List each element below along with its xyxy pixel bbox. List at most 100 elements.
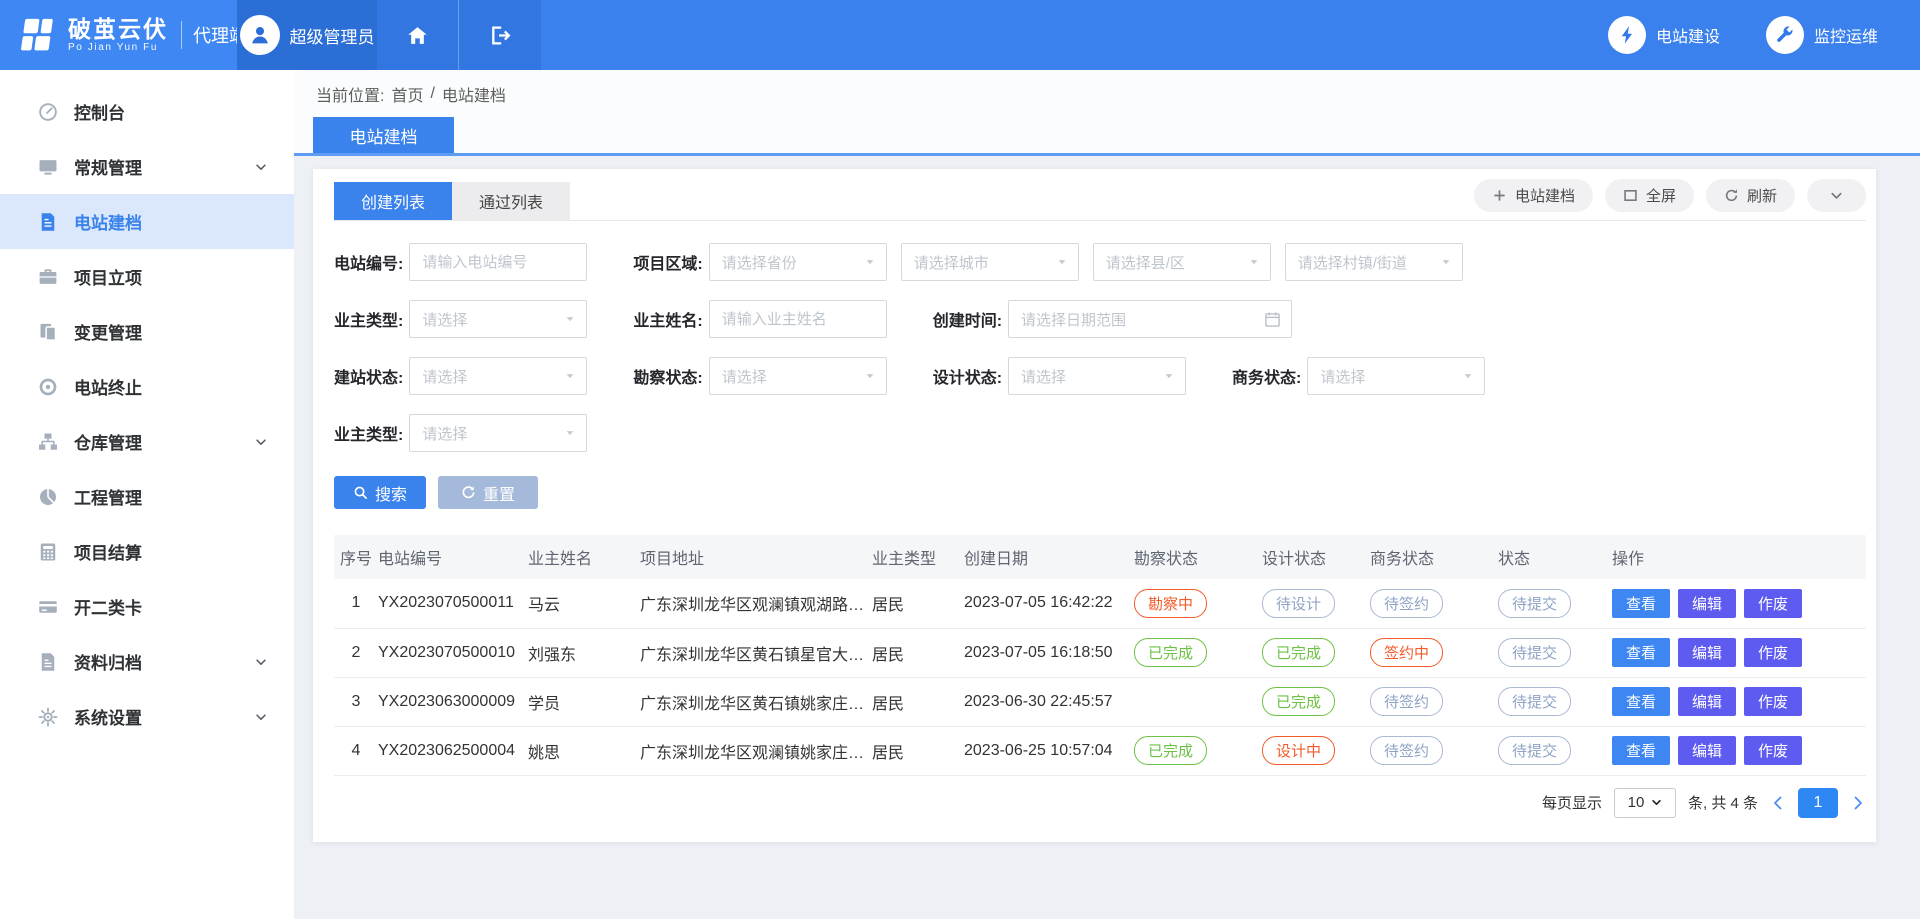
business-status-select[interactable]: 请选择: [1307, 357, 1485, 395]
card-icon: [38, 597, 58, 617]
owner-cell: 姚思: [528, 726, 640, 775]
user-name: 超级管理员: [290, 23, 375, 48]
void-button[interactable]: 作废: [1744, 736, 1802, 765]
county-select[interactable]: 请选择县/区: [1093, 243, 1271, 281]
view-button[interactable]: 查看: [1612, 687, 1670, 716]
view-button[interactable]: 查看: [1612, 589, 1670, 618]
filter-row: 电站编号:项目区域:请选择省份请选择城市请选择县/区请选择村镇/街道: [334, 243, 1866, 281]
home-button[interactable]: [377, 0, 459, 70]
button-label: 电站建档: [1515, 185, 1575, 206]
code-cell: YX2023062500004: [378, 726, 528, 775]
select-placeholder: 请选择省份: [722, 252, 864, 273]
nav-monitor-ops[interactable]: 监控运维: [1766, 16, 1878, 54]
caret-down-icon: [1440, 256, 1452, 268]
survey-status-select[interactable]: 请选择: [709, 357, 887, 395]
filter-group-owner-name: 业主姓名:: [633, 300, 886, 338]
sidebar-item-change-management[interactable]: 变更管理: [0, 304, 294, 359]
sidebar-item-data-archive[interactable]: 资料归档: [0, 634, 294, 689]
void-button[interactable]: 作废: [1744, 589, 1802, 618]
sidebar-item-label: 常规管理: [74, 154, 254, 179]
filter-group-county: 请选择县/区: [1093, 243, 1271, 281]
sidebar-item-console[interactable]: 控制台: [0, 84, 294, 139]
sidebar-item-label: 项目结算: [74, 539, 268, 564]
collapse-button[interactable]: [1807, 179, 1866, 212]
void-button[interactable]: 作废: [1744, 638, 1802, 667]
content-background: 创建列表通过列表 电站建档全屏刷新 电站编号:项目区域:请选择省份请选择城市请选…: [294, 156, 1920, 919]
select-placeholder: 请选择县/区: [1106, 252, 1248, 273]
caret-down-icon: [1056, 256, 1068, 268]
breadcrumb-home-link[interactable]: 首页: [391, 82, 423, 106]
caret-down-icon: [564, 427, 576, 439]
monitor-icon: [38, 157, 58, 177]
current-page[interactable]: 1: [1798, 788, 1838, 818]
sidebar-item-warehouse-management[interactable]: 仓库管理: [0, 414, 294, 469]
filter-label: 项目区域:: [633, 250, 702, 274]
next-page-button[interactable]: [1850, 795, 1866, 811]
owner-type-select[interactable]: 请选择: [409, 300, 587, 338]
logo-subtitle: Po Jian Yun Fu: [68, 42, 168, 53]
user-menu[interactable]: 超级管理员: [237, 0, 377, 70]
owner-type-2-select[interactable]: 请选择: [409, 414, 587, 452]
edit-button[interactable]: 编辑: [1678, 736, 1736, 765]
edit-button[interactable]: 编辑: [1678, 687, 1736, 716]
sidebar-item-type2-card[interactable]: 开二类卡: [0, 579, 294, 634]
address-cell: 广东深圳龙华区观澜镇姚家庄…: [640, 726, 872, 775]
city-select[interactable]: 请选择城市: [901, 243, 1079, 281]
logo[interactable]: 破茧云伏 Po Jian Yun Fu 代理端: [0, 0, 237, 70]
nav-station-build[interactable]: 电站建设: [1608, 16, 1720, 54]
sidebar-item-project-settlement[interactable]: 项目结算: [0, 524, 294, 579]
reset-icon: [461, 485, 476, 500]
reset-button[interactable]: 重置: [438, 476, 538, 509]
sidebar-item-general-management[interactable]: 常规管理: [0, 139, 294, 194]
nav-label: 电站建设: [1656, 23, 1720, 47]
status-badge: 待提交: [1498, 687, 1571, 716]
select-placeholder: 请选择: [1021, 366, 1163, 387]
create-station-button[interactable]: 电站建档: [1474, 179, 1593, 212]
filter-group-design-status: 设计状态:请选择: [933, 357, 1186, 395]
logout-button[interactable]: [459, 0, 541, 70]
province-select[interactable]: 请选择省份: [709, 243, 887, 281]
fullscreen-button[interactable]: 全屏: [1605, 179, 1694, 212]
tab-passed[interactable]: 通过列表: [452, 182, 570, 220]
seq-cell: 1: [334, 579, 378, 628]
card-toolbar: 电站建档 全屏刷新: [1474, 179, 1866, 212]
refresh-icon: [1724, 188, 1739, 203]
prev-page-button[interactable]: [1770, 795, 1786, 811]
document-icon: [38, 212, 58, 232]
void-button[interactable]: 作废: [1744, 687, 1802, 716]
search-button[interactable]: 搜索: [334, 476, 426, 509]
town-select[interactable]: 请选择村镇/街道: [1285, 243, 1463, 281]
sidebar-item-station-termination[interactable]: 电站终止: [0, 359, 294, 414]
sidebar-item-system-settings[interactable]: 系统设置: [0, 689, 294, 744]
seq-cell: 4: [334, 726, 378, 775]
caret-down-icon: [864, 256, 876, 268]
header-spacer: [541, 0, 1608, 70]
tab-created[interactable]: 创建列表: [334, 182, 452, 220]
table-row: 2YX2023070500010刘强东广东深圳龙华区黄石镇星官大…居民2023-…: [334, 628, 1866, 677]
owner-name-input[interactable]: [709, 300, 887, 338]
design-status-select[interactable]: 请选择: [1008, 357, 1186, 395]
sidebar-item-engineering-management[interactable]: 工程管理: [0, 469, 294, 524]
view-button[interactable]: 查看: [1612, 736, 1670, 765]
edit-button[interactable]: 编辑: [1678, 638, 1736, 667]
build-status-select[interactable]: 请选择: [409, 357, 587, 395]
create-time-input[interactable]: 请选择日期范围: [1008, 300, 1292, 338]
created-cell: 2023-06-30 22:45:57: [964, 677, 1134, 726]
refresh-button[interactable]: 刷新: [1706, 179, 1795, 212]
view-button[interactable]: 查看: [1612, 638, 1670, 667]
sidebar-item-project-initiation[interactable]: 项目立项: [0, 249, 294, 304]
filter-group-create-time: 创建时间:请选择日期范围: [933, 300, 1292, 338]
sitemap-icon: [38, 432, 58, 452]
edit-button[interactable]: 编辑: [1678, 589, 1736, 618]
filter-group-province: 项目区域: 请选择省份: [633, 243, 886, 281]
sidebar-item-station-archive[interactable]: 电站建档: [0, 194, 294, 249]
search-icon: [353, 485, 368, 500]
status-badge: 已完成: [1134, 638, 1207, 667]
station-code-input[interactable]: [409, 243, 587, 281]
top-header: 破茧云伏 Po Jian Yun Fu 代理端 超级管理员 电站建设 监控运维: [0, 0, 1920, 70]
status-badge: 待设计: [1262, 589, 1335, 618]
per-page-select[interactable]: 10: [1614, 788, 1676, 818]
page-tab[interactable]: 电站建档: [313, 117, 454, 153]
search-label: 搜索: [375, 481, 407, 505]
status-cell: 勘察中: [1134, 579, 1262, 628]
